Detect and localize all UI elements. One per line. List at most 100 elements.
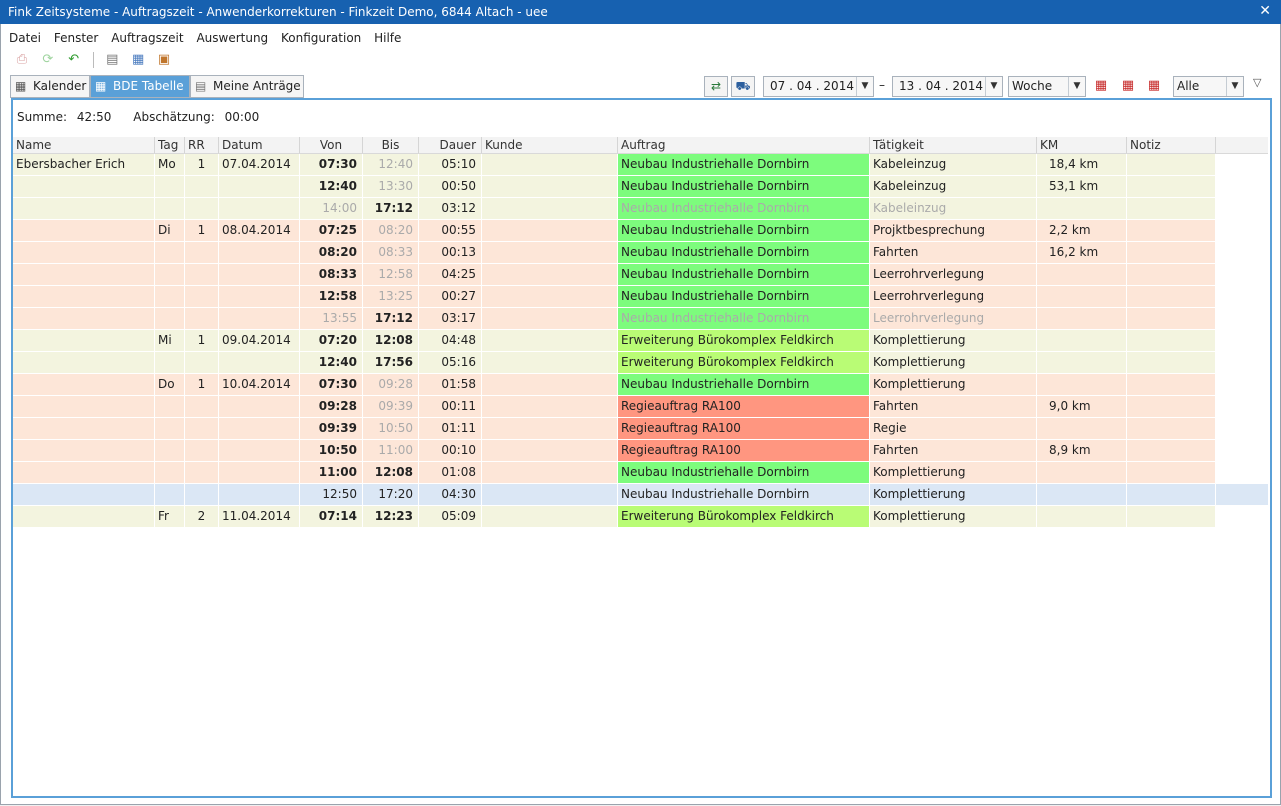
- table-row[interactable]: Fr 2 11.04.2014 07:14 12:23 05:09 Erweiterung …: [13, 506, 1216, 528]
- table-row[interactable]: Do 1 10.04.2014 07:30 09:28 01:58 Neubau Indus…: [13, 374, 1216, 396]
- table-row[interactable]: 08:20 08:33 00:13 Neubau Industriehalle Dor…: [13, 242, 1216, 264]
- toolbar: ⎙ ⟳ ↶ ▤ ▦ ▣: [14, 52, 178, 70]
- cell-km: 9,0 km: [1037, 396, 1127, 417]
- date-from-field[interactable]: 07 . 04 . 2014 ▼: [763, 76, 874, 97]
- chart-icon[interactable]: ▣: [156, 52, 172, 68]
- table-row[interactable]: 09:39 10:50 01:11 Regieauftrag RA100 Regie: [13, 418, 1216, 440]
- cell-von: 13:55: [300, 308, 363, 329]
- estimate-value: 00:00: [224, 110, 260, 124]
- cell-name: [13, 506, 155, 527]
- cell-von: 07:14: [300, 506, 363, 527]
- scope-select[interactable]: Alle ▼: [1173, 76, 1244, 97]
- chevron-down-icon[interactable]: ▼: [1226, 77, 1243, 96]
- column-header-auftrag[interactable]: Auftrag: [618, 137, 870, 153]
- cell-kunde: [482, 484, 618, 505]
- table-row[interactable]: 12:50 17:20 04:30 Neubau Industriehalle Dor…: [13, 484, 1268, 506]
- cell-bis: 17:56: [363, 352, 419, 373]
- menu-konfiguration[interactable]: Konfiguration: [281, 31, 361, 45]
- cell-name: [13, 462, 155, 483]
- cell-dauer: 04:30: [419, 484, 482, 505]
- cell-auftrag: Regieauftrag RA100: [618, 440, 870, 461]
- table-row[interactable]: Ebersbacher Erich Mo 1 07.04.2014 07:30 12:40…: [13, 154, 1216, 176]
- cell-name: [13, 220, 155, 241]
- table-row[interactable]: 08:33 12:58 04:25 Neubau Industriehalle Dor…: [13, 264, 1216, 286]
- cell-taetigkeit: Komplettierung: [870, 506, 1037, 527]
- cell-taetigkeit: Fahrten: [870, 440, 1037, 461]
- vehicle-button[interactable]: ⛟: [731, 76, 755, 97]
- table-row[interactable]: 09:28 09:39 00:11 Regieauftrag RA100 Fahrten…: [13, 396, 1216, 418]
- calendar-next-icon[interactable]: ▦: [1144, 76, 1164, 96]
- menu-datei[interactable]: Datei: [9, 31, 41, 45]
- table-row[interactable]: 10:50 11:00 00:10 Regieauftrag RA100 Fahrten…: [13, 440, 1216, 462]
- table-row[interactable]: Di 1 08.04.2014 07:25 08:20 00:55 Neubau Indus…: [13, 220, 1216, 242]
- menu-auftragszeit[interactable]: Auftragszeit: [111, 31, 183, 45]
- cell-notiz: [1127, 242, 1216, 263]
- period-select[interactable]: Woche ▼: [1008, 76, 1086, 97]
- cell-von: 12:40: [300, 176, 363, 197]
- cell-bis: 17:12: [363, 308, 419, 329]
- cell-auftrag: Neubau Industriehalle Dornbirn: [618, 374, 870, 395]
- cell-tag: [155, 286, 185, 307]
- undo-icon[interactable]: ↶: [66, 52, 82, 68]
- cell-auftrag: Erweiterung Bürokomplex Feldkirch: [618, 506, 870, 527]
- export-button[interactable]: ⇄: [704, 76, 728, 97]
- cell-taetigkeit: Fahrten: [870, 396, 1037, 417]
- cell-dauer: 05:10: [419, 154, 482, 175]
- table-row[interactable]: 13:55 17:12 03:17 Neubau Industriehalle Dor…: [13, 308, 1216, 330]
- menu-fenster[interactable]: Fenster: [54, 31, 99, 45]
- column-header-km[interactable]: KM: [1037, 137, 1127, 153]
- cell-von: 10:50: [300, 440, 363, 461]
- column-header-taetigkeit[interactable]: Tätigkeit: [870, 137, 1037, 153]
- options-chevron-icon[interactable]: ▽: [1253, 76, 1261, 89]
- menu-hilfe[interactable]: Hilfe: [374, 31, 401, 45]
- date-to-field[interactable]: 13 . 04 . 2014 ▼: [892, 76, 1003, 97]
- cell-km: [1037, 308, 1127, 329]
- cell-auftrag: Erweiterung Bürokomplex Feldkirch: [618, 330, 870, 351]
- sum-value: 42:50: [76, 110, 112, 124]
- column-header-tag[interactable]: Tag: [155, 137, 185, 153]
- tab-meine-antraege[interactable]: ▤ Meine Anträge: [190, 75, 304, 98]
- close-icon[interactable]: ✕: [1259, 3, 1271, 19]
- cell-notiz: [1127, 286, 1216, 307]
- table-row[interactable]: 12:40 17:56 05:16 Erweiterung Bürokomplex F…: [13, 352, 1216, 374]
- cell-name: [13, 352, 155, 373]
- cell-dauer: 04:25: [419, 264, 482, 285]
- cell-datum: [219, 176, 300, 197]
- table-row[interactable]: Mi 1 09.04.2014 07:20 12:08 04:48 Erweiterung …: [13, 330, 1216, 352]
- cell-km: 16,2 km: [1037, 242, 1127, 263]
- table-row[interactable]: 12:58 13:25 00:27 Neubau Industriehalle Dor…: [13, 286, 1216, 308]
- column-header-kunde[interactable]: Kunde: [482, 137, 618, 153]
- document-icon[interactable]: ▤: [104, 52, 120, 68]
- cell-notiz: [1127, 264, 1216, 285]
- calendar-today-icon[interactable]: ▦: [1118, 76, 1138, 96]
- column-header-datum[interactable]: Datum: [219, 137, 300, 153]
- table-row[interactable]: 11:00 12:08 01:08 Neubau Industriehalle Dor…: [13, 462, 1216, 484]
- cell-datum: 08.04.2014: [219, 220, 300, 241]
- cell-datum: [219, 418, 300, 439]
- tab-bde-tabelle[interactable]: ▦ BDE Tabelle: [90, 75, 190, 98]
- column-header-von[interactable]: Von: [300, 137, 363, 153]
- calendar-prev-icon[interactable]: ▦: [1091, 76, 1111, 96]
- column-header-rr[interactable]: RR: [185, 137, 219, 153]
- menu-auswertung[interactable]: Auswertung: [196, 31, 268, 45]
- table-row[interactable]: 12:40 13:30 00:50 Neubau Industriehalle Dor…: [13, 176, 1216, 198]
- column-header-dauer[interactable]: Dauer: [419, 137, 482, 153]
- cell-km: 8,9 km: [1037, 440, 1127, 461]
- refresh-icon[interactable]: ⟳: [40, 52, 56, 68]
- table-row[interactable]: 14:00 17:12 03:12 Neubau Industriehalle Dor…: [13, 198, 1216, 220]
- cell-kunde: [482, 308, 618, 329]
- cell-auftrag: Neubau Industriehalle Dornbirn: [618, 308, 870, 329]
- chevron-down-icon[interactable]: ▼: [985, 77, 1002, 96]
- cell-km: [1037, 506, 1127, 527]
- cell-kunde: [482, 396, 618, 417]
- column-header-name[interactable]: Name: [13, 137, 155, 153]
- column-header-notiz[interactable]: Notiz: [1127, 137, 1216, 153]
- pdf-icon[interactable]: ⎙: [14, 52, 30, 68]
- chevron-down-icon[interactable]: ▼: [1068, 77, 1085, 96]
- table-icon[interactable]: ▦: [130, 52, 146, 68]
- chevron-down-icon[interactable]: ▼: [856, 77, 873, 96]
- tab-kalender[interactable]: ▦ Kalender: [10, 75, 90, 98]
- cell-notiz: [1127, 418, 1216, 439]
- cell-dauer: 00:10: [419, 440, 482, 461]
- column-header-bis[interactable]: Bis: [363, 137, 419, 153]
